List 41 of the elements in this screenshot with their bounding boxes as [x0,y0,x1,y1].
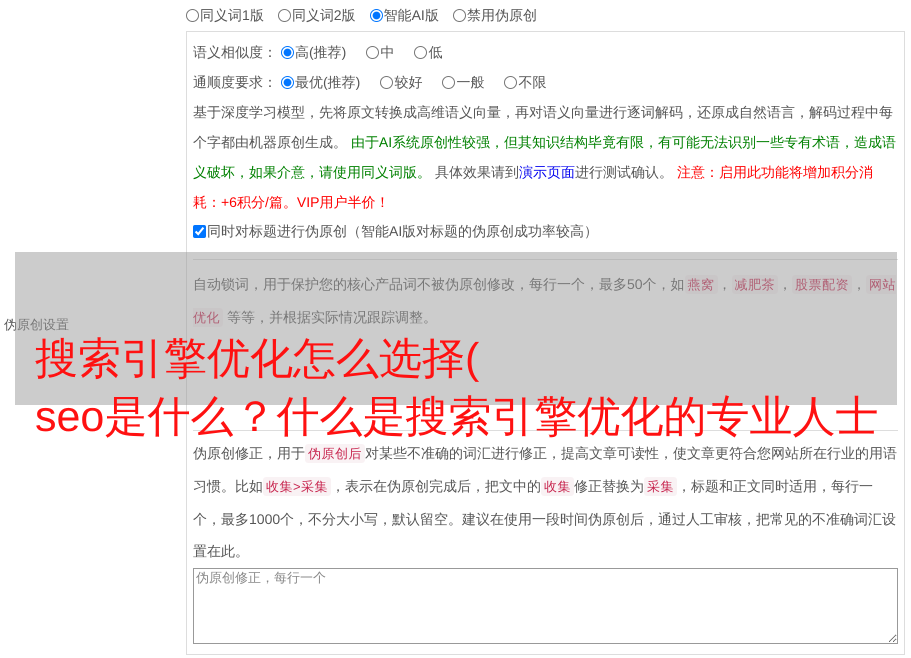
radio-button[interactable] [414,46,428,58]
checkbox-label: 同时对标题进行伪原创（智能AI版对标题的伪原创成功率较高） [207,222,598,241]
section-label: 伪原创设置 [3,316,70,334]
keyword-tag: 收集 [541,477,574,496]
radio-button[interactable] [380,76,394,88]
correction-text: 伪原创修正，用于 伪原创后 对某些不准确的词汇进行修正，提高文章可读性，使文章更符合您网站所在行业的用语习惯。比如 收集>采集 ，表示在伪原创完成后，把文中的 收集 修正替换为 采集 ，标题和正文同时适用，每行一个，最多1000个，不分大小写，默认留空。建议在使用一段时间伪原创后，通过人工审核，把常见的不准确词汇设置在此。 [193,443,898,561]
option-label: 同义词2版 [292,6,356,25]
keyword-tag: 伪原创后 [305,444,365,463]
radio-button[interactable] [281,46,294,58]
radio-button[interactable] [452,9,466,22]
option-label: 高(推荐) [295,43,346,62]
option-label: 一般 [456,73,484,92]
option-label: 较好 [394,73,422,92]
option-label: 通顺度要求： [193,73,277,92]
keyword-tag: 燕窝 [684,275,718,294]
option-label: 智能AI版 [384,6,439,25]
correction-input-field[interactable]: 伪原创修正，每行一个 [193,568,898,644]
radio-button[interactable] [370,9,383,22]
keyword-tag: 股票配资 [792,275,852,294]
option-label: 最优(推荐) [295,73,360,92]
overlay-title: 搜索引擎优化怎么选择( [35,334,480,385]
keyword-tag: 收集>采集 [263,477,332,496]
radio-button[interactable] [504,76,518,88]
radio-button[interactable] [186,9,199,22]
option-label: 不限 [518,73,546,92]
radio-button[interactable] [366,46,380,58]
option-label: 禁用伪原创 [466,6,537,25]
option-label: 中 [380,43,394,62]
option-label: 低 [428,43,442,62]
keyword-tag: 减肥茶 [732,275,778,294]
option-label: 同义词1版 [200,6,264,25]
keyword-tag: 采集 [644,477,678,496]
radio-button[interactable] [442,76,456,88]
lock-words-text: 自动锁词，用于保护您的核心产品词不被伪原创修改，每行一个，最多50个，如 燕窝 ， 减肥茶 ， 股票配资 ， 网站优化 等等，并根据实际情况跟踪调整。 [193,274,898,329]
description-text: 基于深度学习模型，先将原文转换成高维语义向量，再对语义向量进行逐词解码，还原成自然语言，解码过程中每个字都由机器原创生成。 由于AI系统原创性较强，但其知识结构毕竟有限，有可能无法识别一些专有术语，造成语义破坏，如果介意，请使用同义词版。 具体效果请到演示页面进行测试确认。 注意：启用此功能将增加积分消耗：+6积分/篇。VIP用户半价！ [193,103,898,212]
checkbox[interactable] [193,224,206,238]
overlay-title: seo是什么？什么是搜索引擎优化的专业人士 [35,392,878,443]
option-label: 语义相似度： [193,43,277,62]
demo-link[interactable]: 演示页面 [518,164,575,180]
radio-button[interactable] [281,76,294,88]
radio-button[interactable] [278,9,291,22]
